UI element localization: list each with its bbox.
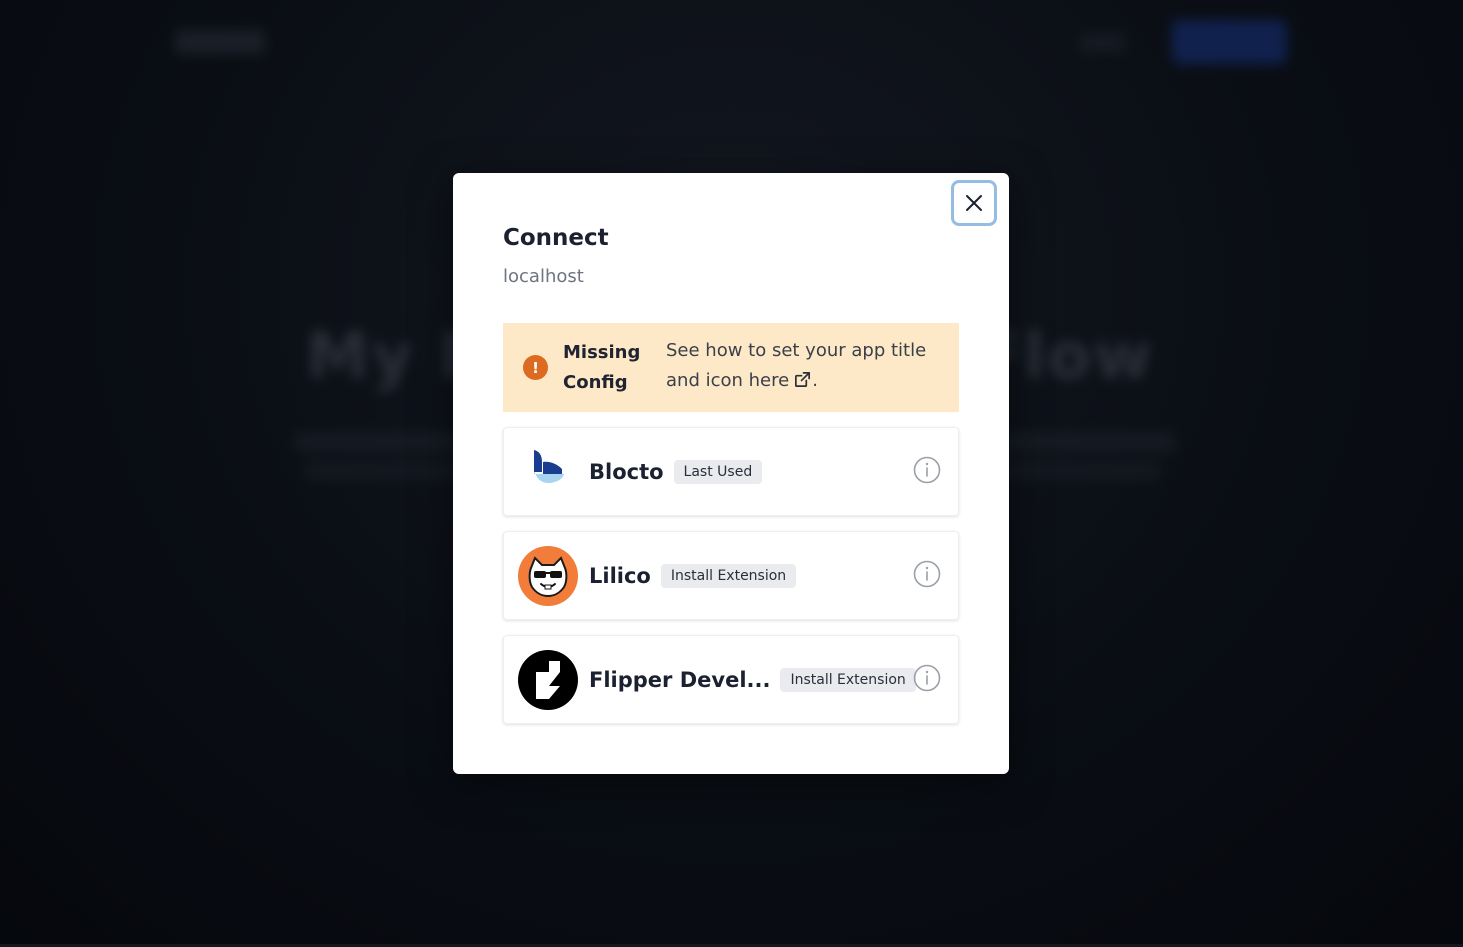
close-button[interactable]	[951, 180, 997, 226]
lilico-logo	[518, 545, 578, 606]
modal-subtitle: localhost	[503, 266, 584, 287]
wallet-option-lilico[interactable]: Lilico Install Extension	[503, 531, 959, 620]
exclamation-icon: !	[523, 355, 548, 380]
notice-title: Missing Config	[563, 341, 641, 393]
wallet-name: Lilico	[589, 563, 651, 588]
info-icon[interactable]	[912, 663, 942, 693]
external-link-icon[interactable]	[793, 369, 812, 399]
wallet-name: Flipper Devel...	[589, 667, 771, 692]
blocto-logo	[518, 442, 578, 502]
notice-text-block[interactable]: See how to set your app title and icon h…	[666, 336, 936, 399]
wallet-badge: Install Extension	[660, 563, 797, 588]
info-icon[interactable]	[912, 559, 942, 589]
wallet-badge: Install Extension	[780, 667, 916, 692]
flipper-logo	[518, 649, 578, 710]
connect-modal: Connect localhost ! Missing Config See h…	[453, 173, 1009, 774]
wallet-option-flipper[interactable]: Flipper Devel... Install Extension	[503, 635, 959, 724]
notice-text-suffix: .	[812, 370, 818, 391]
close-icon	[966, 195, 982, 211]
missing-config-notice: ! Missing Config See how to set your app…	[503, 323, 959, 412]
info-icon[interactable]	[912, 455, 942, 485]
wallet-badge: Last Used	[673, 459, 763, 484]
wallet-option-blocto[interactable]: Blocto Last Used	[503, 427, 959, 516]
modal-title: Connect	[503, 225, 609, 251]
wallet-name: Blocto	[589, 459, 664, 484]
